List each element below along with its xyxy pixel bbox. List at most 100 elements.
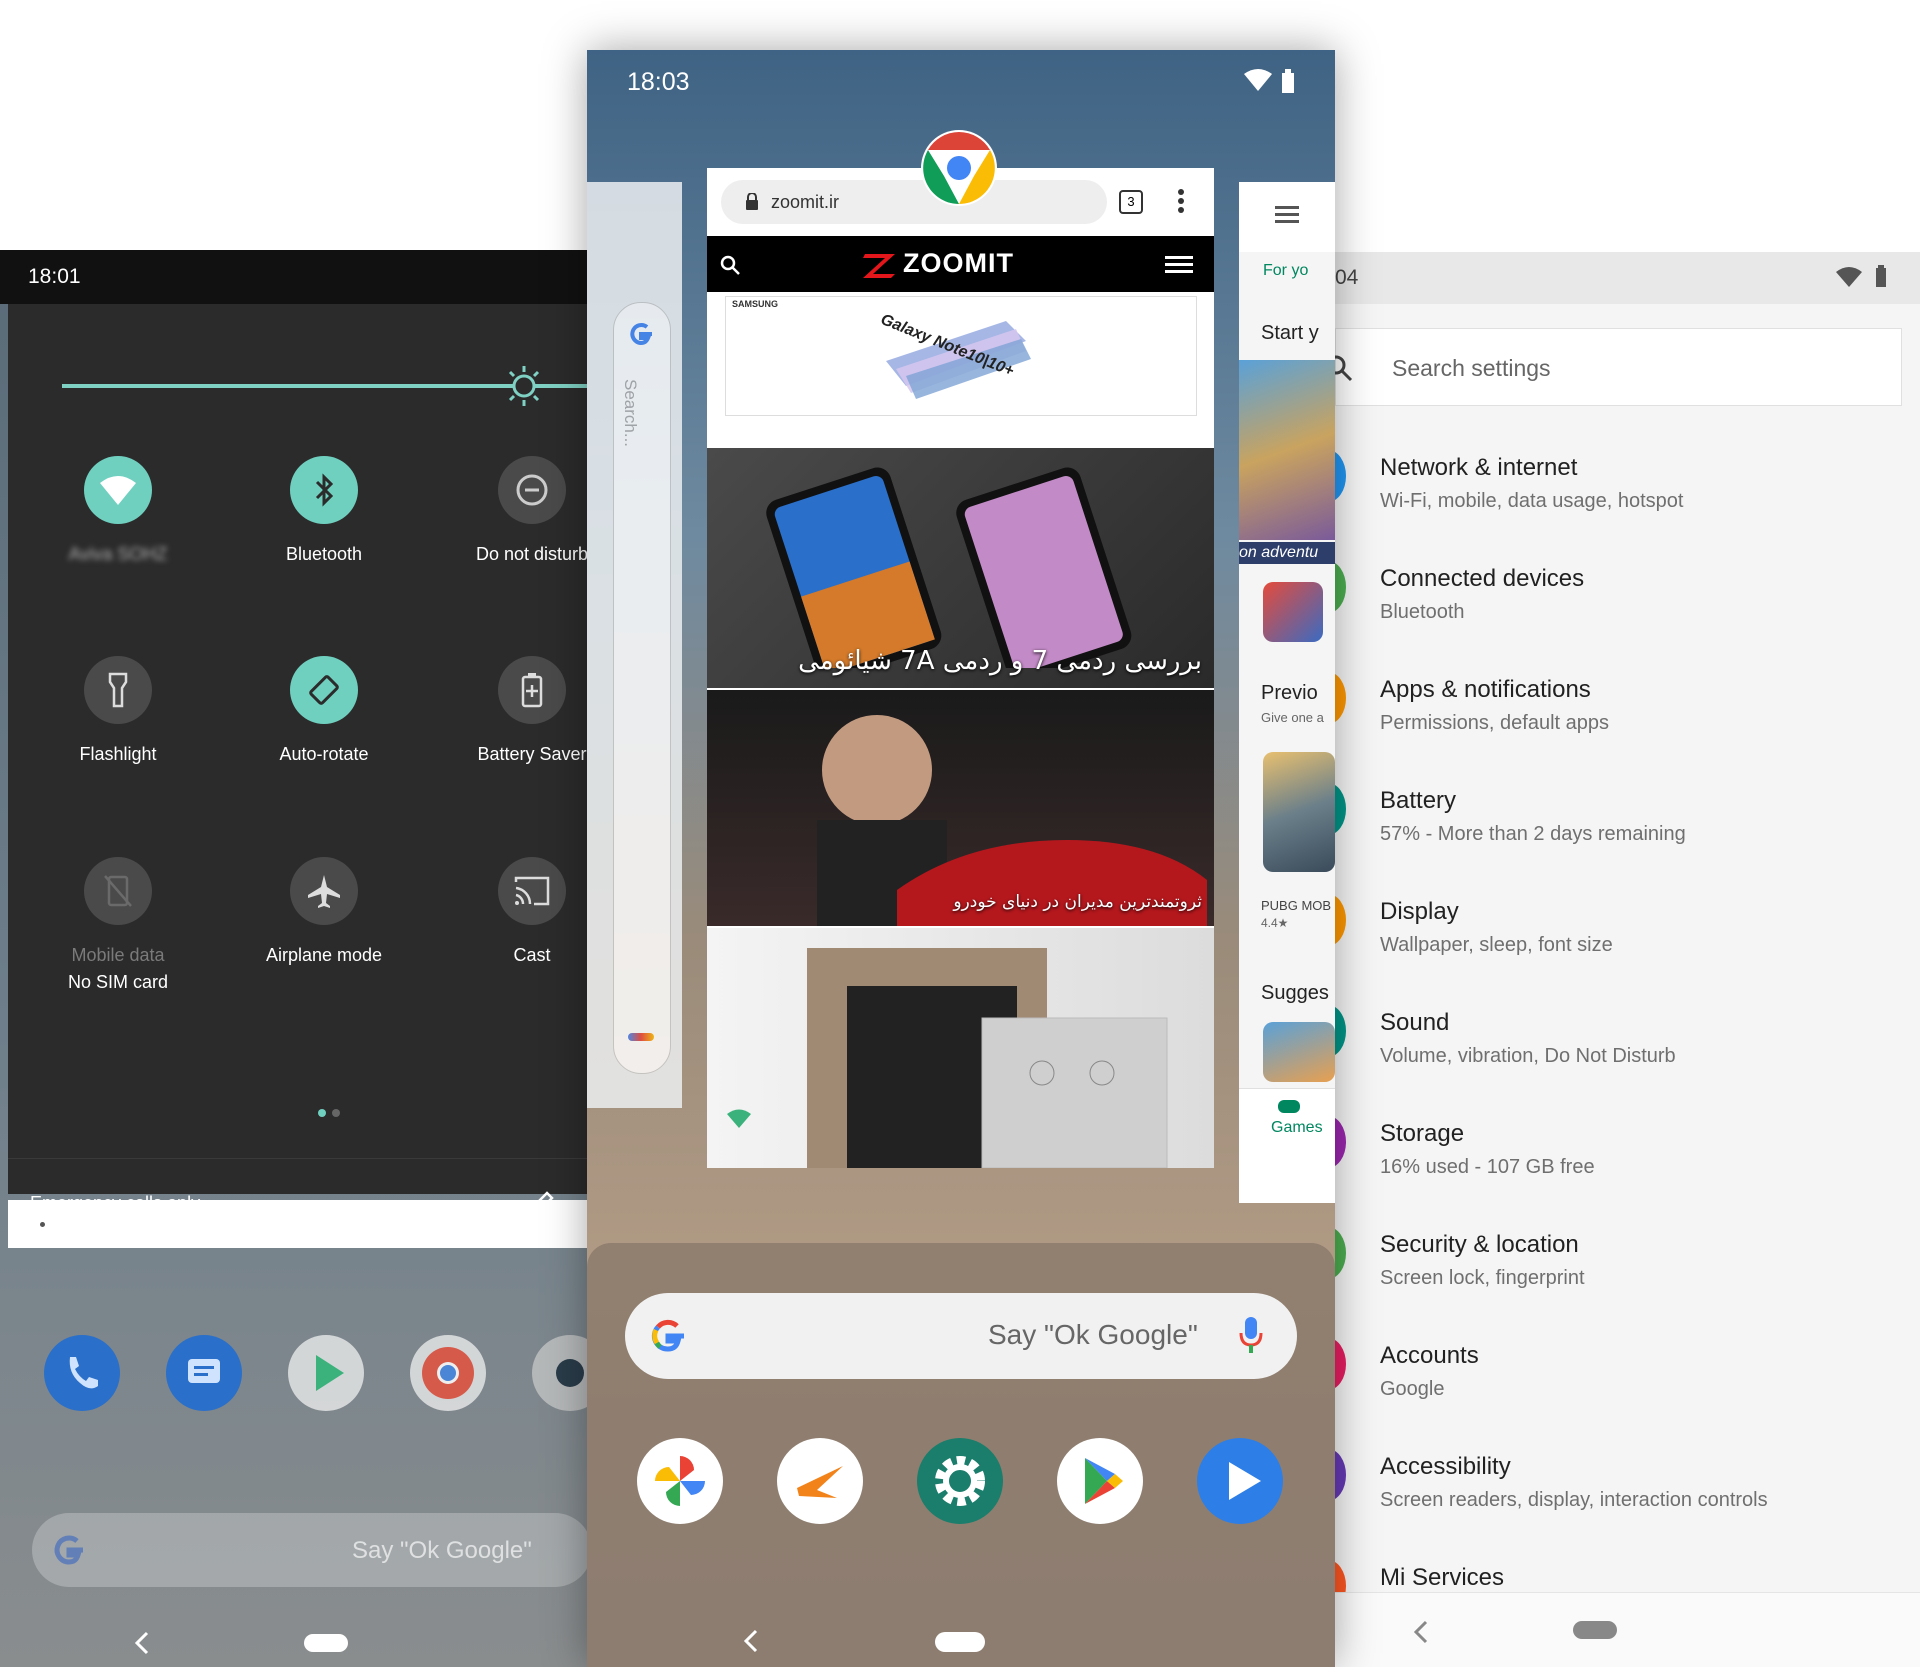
settings-item[interactable]: Display Wallpaper, sleep, font size <box>1335 894 1613 957</box>
left-google-search-bar[interactable]: Say "Ok Google" <box>32 1513 590 1587</box>
article-smart-switch[interactable] <box>707 928 1214 1168</box>
settings-item-subtitle: Screen lock, fingerprint <box>1380 1267 1585 1289</box>
article-redmi[interactable]: بررسی ردمی 7 و ردمی 7A شیائومی <box>707 448 1214 688</box>
play-store-app-icon[interactable] <box>288 1335 364 1411</box>
samsung-ad-banner[interactable]: SAMSUNG Galaxy Note10|10+ <box>725 296 1197 416</box>
settings-item-title: Security & location <box>1380 1231 1579 1258</box>
settings-item[interactable]: Security & location Screen lock, fingerpr… <box>1335 1227 1585 1290</box>
left-navigation-bar <box>0 1620 590 1667</box>
hamburger-menu-icon[interactable] <box>1165 254 1193 276</box>
chrome-overflow-menu-icon[interactable] <box>1177 188 1185 214</box>
flashlight-icon <box>84 656 152 724</box>
tile-airplane-label: Airplane mode <box>265 945 383 965</box>
tile-flashlight[interactable]: Flashlight <box>18 656 218 765</box>
tile-mobile-data-label: Mobile data <box>71 945 165 965</box>
settings-item-subtitle: Permissions, default apps <box>1380 712 1610 734</box>
settings-item-title: Apps & notifications <box>1380 676 1591 703</box>
tile-cast-label: Cast <box>513 945 551 965</box>
back-icon[interactable] <box>132 1630 152 1656</box>
home-pill-button[interactable] <box>935 1632 985 1652</box>
center-search-hint: Say "Ok Google" <box>988 1319 1198 1350</box>
tile-airplane-mode[interactable]: Airplane mode <box>224 857 424 966</box>
tile-bluetooth[interactable]: Bluetooth <box>224 456 424 565</box>
notification-strip[interactable] <box>8 1200 590 1248</box>
tile-mobile-data[interactable]: Mobile data No SIM card <box>18 857 218 993</box>
microphone-icon[interactable] <box>1237 1315 1265 1355</box>
back-icon[interactable] <box>1411 1619 1431 1645</box>
back-icon[interactable] <box>741 1628 761 1654</box>
search-icon[interactable] <box>719 254 741 276</box>
settings-item-title: Accessibility <box>1380 1453 1511 1480</box>
play-banner-image[interactable] <box>1239 360 1335 540</box>
tile-dnd-label: Do not disturb <box>475 544 589 564</box>
settings-item-icon <box>1335 1338 1346 1390</box>
settings-item[interactable]: Connected devices Bluetooth <box>1335 561 1584 624</box>
settings-item[interactable]: Sound Volume, vibration, Do Not Disturb <box>1335 1005 1676 1068</box>
recent-card-chrome[interactable]: zoomit.ir 3 ZOOMIT SAMSUNG Galaxy Note10… <box>707 168 1214 1168</box>
side-search-hint: Search... <box>621 379 640 448</box>
play-store-app-icon[interactable] <box>1057 1438 1143 1524</box>
chrome-app-icon[interactable] <box>410 1335 486 1411</box>
side-search-pill[interactable]: Search... <box>613 302 671 1074</box>
left-phone-quick-settings: 18:01 Aviva SOHZ Bluetooth Do not distur… <box>0 250 590 1667</box>
home-pill-button[interactable] <box>304 1634 348 1652</box>
right-status-time: 04 <box>1335 266 1359 289</box>
right-navigation-bar <box>1335 1592 1920 1667</box>
settings-item[interactable]: Storage 16% used - 107 GB free <box>1335 1116 1595 1179</box>
tile-battery-saver[interactable]: Battery Saver <box>432 656 590 765</box>
home-pill-button[interactable] <box>1573 1621 1617 1639</box>
google-assistant-dots-icon <box>628 1033 654 1041</box>
recent-card-play-store[interactable]: For yo Start y on adventu Previo Give on… <box>1239 182 1335 1203</box>
recent-card-launcher[interactable]: Search... <box>587 182 682 1108</box>
settings-item-subtitle: Google <box>1380 1378 1445 1400</box>
settings-item-title: Mi Services <box>1380 1564 1505 1591</box>
chrome-logo-icon[interactable] <box>919 128 999 208</box>
settings-item[interactable]: Apps & notifications Permissions, default… <box>1335 672 1610 735</box>
tile-cast[interactable]: Cast <box>432 857 590 966</box>
center-google-search-bar[interactable]: Say "Ok Google" <box>625 1293 1297 1379</box>
video-player-app-icon[interactable] <box>1197 1438 1283 1524</box>
camera-app-icon[interactable] <box>532 1335 590 1411</box>
settings-item[interactable]: Mi Services <box>1335 1560 1505 1612</box>
article-redmi-title: بررسی ردمی 7 و ردمی 7A شیائومی <box>798 646 1202 676</box>
play-suggested-thumb[interactable] <box>1263 1022 1335 1082</box>
brightness-icon[interactable] <box>502 364 546 408</box>
redmi-phones-image <box>766 467 1132 668</box>
wifi-small-icon <box>727 1109 751 1128</box>
settings-item[interactable]: Battery 57% - More than 2 days remaining <box>1335 783 1686 846</box>
settings-item-icon <box>1335 1005 1346 1057</box>
search-settings-field[interactable]: Search settings <box>1335 328 1902 406</box>
settings-item[interactable]: Accessibility Screen readers, display, in… <box>1335 1449 1768 1512</box>
swipe-app-icon[interactable] <box>777 1438 863 1524</box>
center-phone-recents: 18:03 Search... For yo Start y on advent… <box>587 50 1335 1667</box>
left-status-time: 18:01 <box>28 265 81 288</box>
tile-wifi[interactable]: Aviva SOHZ <box>18 456 218 565</box>
play-tab-for-you[interactable]: For yo <box>1263 262 1308 280</box>
ceo-car-image <box>817 715 1207 926</box>
chrome-tab-count-button[interactable]: 3 <box>1119 190 1143 214</box>
center-navigation-bar <box>587 1620 1335 1667</box>
settings-item-icon <box>1335 783 1346 835</box>
play-start-text: Start y <box>1261 322 1319 344</box>
games-tab-label[interactable]: Games <box>1271 1119 1323 1137</box>
settings-item[interactable]: Network & internet Wi-Fi, mobile, data us… <box>1335 450 1683 513</box>
auto-rotate-icon <box>290 656 358 724</box>
chrome-address-bar[interactable]: zoomit.ir <box>721 180 1107 224</box>
search-icon <box>1335 355 1353 382</box>
messages-app-icon[interactable] <box>166 1335 242 1411</box>
play-app-thumb[interactable] <box>1263 582 1323 642</box>
settings-app-icon[interactable] <box>917 1438 1003 1524</box>
tile-do-not-disturb[interactable]: Do not disturb <box>432 456 590 565</box>
battery-status-icon <box>1876 265 1886 287</box>
play-suggested-text: Sugges <box>1261 982 1329 1004</box>
settings-item[interactable]: Accounts Google <box>1335 1338 1479 1401</box>
settings-item-subtitle: 16% used - 107 GB free <box>1380 1156 1595 1178</box>
article-richest-ceos[interactable]: ثروتمندترین مدیران در دنیای خودرو <box>707 690 1214 926</box>
pubg-thumb[interactable] <box>1263 752 1335 872</box>
google-g-icon <box>651 1319 684 1352</box>
google-photos-app-icon[interactable] <box>637 1438 723 1524</box>
phone-app-icon[interactable] <box>44 1335 120 1411</box>
settings-item-subtitle: Volume, vibration, Do Not Disturb <box>1380 1045 1676 1067</box>
tile-auto-rotate[interactable]: Auto-rotate <box>224 656 424 765</box>
zoomit-brand-text: ZOOMIT <box>903 248 1014 278</box>
